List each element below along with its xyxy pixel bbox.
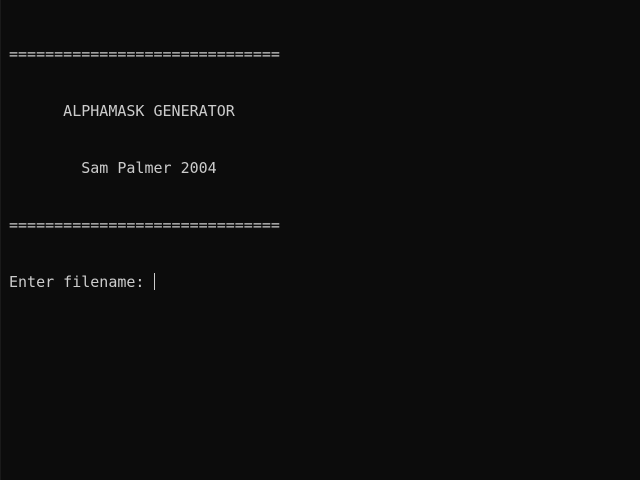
text-cursor xyxy=(153,273,155,290)
console-output: ============================== ALPHAMASK… xyxy=(9,7,280,311)
separator-top: ============================== xyxy=(9,45,280,63)
window-edge xyxy=(0,0,1,480)
filename-prompt-line[interactable]: Enter filename: xyxy=(9,273,280,292)
program-author: Sam Palmer 2004 xyxy=(9,159,217,177)
program-title: ALPHAMASK GENERATOR xyxy=(9,102,235,120)
separator-bottom: ============================== xyxy=(9,216,280,234)
filename-prompt: Enter filename: xyxy=(9,273,154,291)
